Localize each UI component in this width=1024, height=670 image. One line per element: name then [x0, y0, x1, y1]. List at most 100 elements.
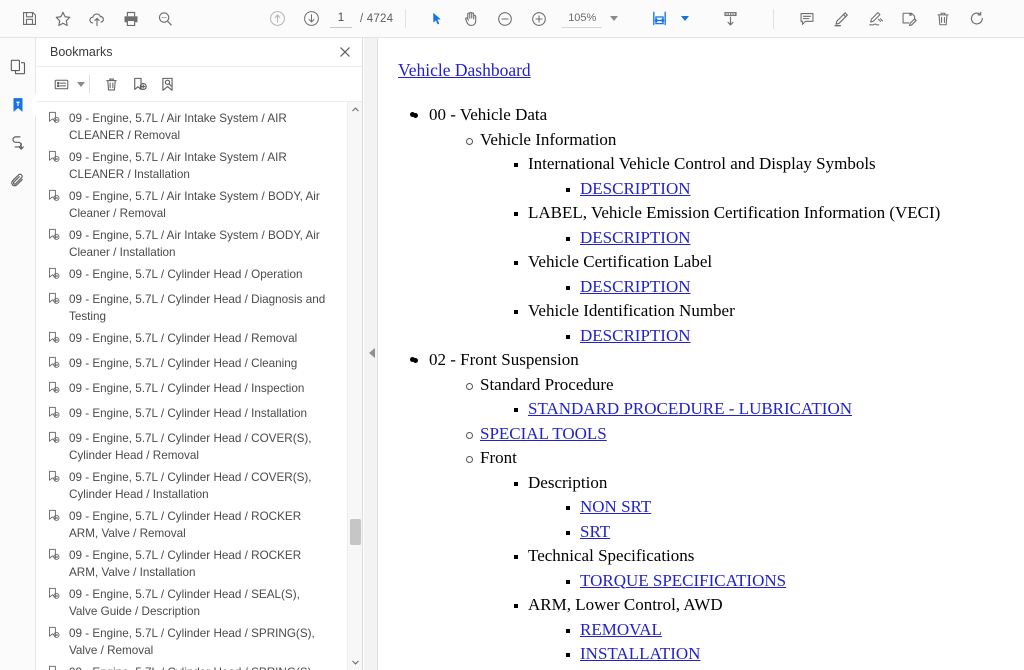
bookmarks-icon[interactable] [0, 86, 37, 124]
document-link[interactable]: DESCRIPTION [580, 179, 691, 198]
outline-link-list: TORQUE SPECIFICATIONS [528, 569, 1010, 594]
bookmarks-list[interactable]: 09 - Engine, 5.7L / Air Intake System / … [37, 102, 347, 670]
document-link[interactable]: REMOVAL [580, 620, 662, 639]
chevron-down-icon[interactable] [610, 16, 619, 21]
bookmark-item[interactable]: 09 - Engine, 5.7L / Cylinder Head / SPRI… [45, 662, 343, 670]
document-link[interactable]: DESCRIPTION [580, 228, 691, 247]
document-link[interactable]: STANDARD PROCEDURE - LUBRICATION [528, 399, 852, 418]
bookmark-item[interactable]: 09 - Engine, 5.7L / Cylinder Head / Clea… [45, 353, 343, 378]
outline-entry: Technical Specifications TORQUE SPECIFICA… [514, 544, 1010, 594]
comment-icon[interactable] [790, 4, 824, 34]
main-toolbar: / 4724 [0, 0, 1024, 38]
signatures-icon[interactable] [0, 124, 36, 162]
outline-link-item[interactable]: DESCRIPTION [566, 226, 1010, 251]
print-icon[interactable] [114, 4, 148, 34]
bookmark-item[interactable]: 09 - Engine, 5.7L / Cylinder Head / COVE… [45, 428, 343, 467]
star-icon[interactable] [46, 4, 80, 34]
outline-entry-link[interactable]: STANDARD PROCEDURE - LUBRICATION [514, 397, 1010, 422]
delete-bookmark-icon[interactable] [97, 71, 125, 97]
outline-group: Standard Procedure STANDARD PROCEDURE - L… [466, 373, 1010, 422]
document-viewport[interactable]: Vehicle Dashboard 00 - Vehicle Data Vehic… [379, 38, 1024, 670]
page-total-label: / 4724 [360, 12, 394, 25]
page-thumbnails-icon[interactable] [0, 48, 36, 86]
bookmark-item-label: 09 - Engine, 5.7L / Cylinder Head / Remo… [69, 332, 298, 345]
bookmark-item-label: 09 - Engine, 5.7L / Air Intake System / … [69, 190, 320, 220]
bookmark-item[interactable]: 09 - Engine, 5.7L / Air Intake System / … [45, 186, 343, 225]
document-link[interactable]: NON SRT [580, 497, 651, 516]
document-page: Vehicle Dashboard 00 - Vehicle Data Vehic… [379, 38, 1024, 670]
bookmark-item[interactable]: 09 - Engine, 5.7L / Cylinder Head / Insp… [45, 378, 343, 403]
outline-link-item[interactable]: TORQUE SPECIFICATIONS [566, 569, 1010, 594]
save-icon[interactable] [12, 4, 46, 34]
bookmark-options-icon[interactable] [47, 71, 75, 97]
page-scroll-icon[interactable] [713, 4, 747, 34]
delete-icon[interactable] [926, 4, 960, 34]
attachments-icon[interactable] [0, 162, 36, 200]
outline-entry: International Vehicle Control and Displa… [514, 152, 1010, 202]
document-title-link[interactable]: Vehicle Dashboard [398, 60, 531, 81]
document-link[interactable]: DESCRIPTION [580, 326, 691, 345]
scroll-down-arrow-icon[interactable] [348, 655, 363, 670]
outline-link-item[interactable]: DESCRIPTION [566, 324, 1010, 349]
hand-tool-icon[interactable] [454, 4, 488, 34]
bookmark-item[interactable]: 09 - Engine, 5.7L / Cylinder Head / Diag… [45, 289, 343, 328]
highlight-pen-icon[interactable] [824, 4, 858, 34]
cloud-upload-icon[interactable] [80, 4, 114, 34]
rotate-icon[interactable] [960, 4, 994, 34]
select-tool-icon[interactable] [420, 4, 454, 34]
bookmark-item-label: 09 - Engine, 5.7L / Cylinder Head / SPRI… [65, 664, 330, 670]
bookmark-item[interactable]: 09 - Engine, 5.7L / Cylinder Head / SEAL… [45, 584, 343, 623]
page-number-input[interactable] [330, 9, 352, 28]
bookmark-item[interactable]: 09 - Engine, 5.7L / Air Intake System / … [45, 225, 343, 264]
outline-link-item[interactable]: REMOVAL [566, 618, 1010, 643]
document-link[interactable]: INSTALLATION [580, 644, 700, 663]
outline-entry-list: Description NON SRT SRT Technical Specifica… [480, 471, 1010, 670]
document-link[interactable]: SPECIAL TOOLS [480, 424, 607, 443]
stamp-edit-icon[interactable] [892, 4, 926, 34]
scrollbar-thumb[interactable] [349, 519, 361, 545]
left-navigation-rail [0, 38, 37, 670]
bookmarks-scrollbar[interactable] [347, 102, 362, 670]
bookmark-item[interactable]: 09 - Engine, 5.7L / Cylinder Head / SPRI… [45, 623, 343, 662]
document-link[interactable]: TORQUE SPECIFICATIONS [580, 571, 786, 590]
zoom-level-value[interactable]: 105% [562, 10, 603, 28]
bookmark-item[interactable]: 09 - Engine, 5.7L / Air Intake System / … [45, 108, 343, 147]
bookmark-item[interactable]: 09 - Engine, 5.7L / Cylinder Head / Inst… [45, 403, 343, 428]
bookmark-page-icon [47, 470, 65, 489]
search-icon[interactable] [148, 4, 182, 34]
fit-width-icon[interactable] [642, 4, 676, 34]
signature-pen-icon[interactable] [858, 4, 892, 34]
zoom-in-icon[interactable] [522, 4, 556, 34]
outline-group-link[interactable]: SPECIAL TOOLS [466, 422, 1010, 447]
bookmarks-panel-header: Bookmarks [37, 38, 362, 67]
bookmark-item[interactable]: 09 - Engine, 5.7L / Air Intake System / … [45, 147, 343, 186]
fit-options-chevron-down-icon[interactable] [681, 16, 690, 21]
new-bookmark-icon[interactable] [125, 71, 153, 97]
outline-group-label: Vehicle Information [480, 129, 617, 149]
collapse-panel-button[interactable] [366, 338, 377, 368]
arrow-down-circle-icon[interactable] [294, 4, 328, 34]
outline-link-item[interactable]: INSTALLATION [566, 642, 1010, 667]
document-link[interactable]: SRT [580, 522, 610, 541]
panel-splitter[interactable] [364, 38, 378, 670]
outline-link-item[interactable]: DESCRIPTION [566, 177, 1010, 202]
scrollbar-track[interactable] [348, 117, 363, 655]
bookmark-item[interactable]: 09 - Engine, 5.7L / Cylinder Head / Oper… [45, 264, 343, 289]
outline-link-item[interactable]: SRT [566, 520, 1010, 545]
outline-link-item[interactable]: DESCRIPTION [566, 275, 1010, 300]
view-tools-group: 105% [420, 0, 620, 38]
zoom-out-icon[interactable] [488, 4, 522, 34]
bookmark-item[interactable]: 09 - Engine, 5.7L / Cylinder Head / Remo… [45, 328, 343, 353]
arrow-up-circle-icon[interactable] [260, 4, 294, 34]
outline-link-item[interactable]: NON SRT [566, 495, 1010, 520]
scroll-up-arrow-icon[interactable] [348, 102, 363, 117]
zoom-level-control[interactable]: 105% [562, 10, 620, 28]
edit-bookmark-icon[interactable] [153, 71, 181, 97]
bookmark-item[interactable]: 09 - Engine, 5.7L / Cylinder Head / ROCK… [45, 545, 343, 584]
bookmark-item[interactable]: 09 - Engine, 5.7L / Cylinder Head / COVE… [45, 467, 343, 506]
bookmark-item[interactable]: 09 - Engine, 5.7L / Cylinder Head / ROCK… [45, 506, 343, 545]
bookmarks-toolbar [37, 67, 362, 102]
bookmark-options-chevron-down-icon[interactable] [77, 81, 85, 87]
document-link[interactable]: DESCRIPTION [580, 277, 691, 296]
close-icon[interactable] [338, 45, 352, 59]
